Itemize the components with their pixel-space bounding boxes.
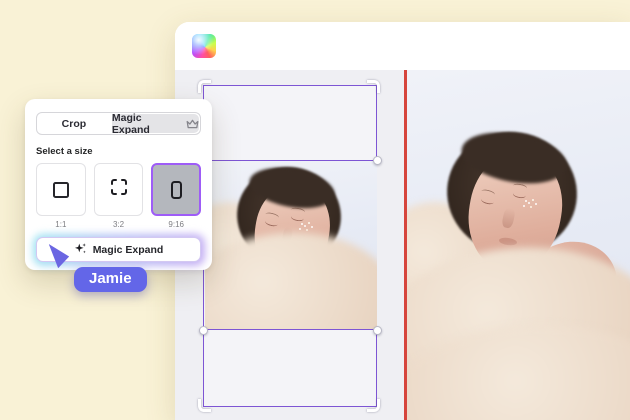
size-option-3-2: 3:2 [94, 163, 144, 229]
size-label-3-2: 3:2 [113, 220, 124, 229]
selection-corner-handle[interactable] [198, 399, 211, 412]
size-option-9-16: 9:16 [151, 163, 201, 229]
selection-corner-handle[interactable] [198, 80, 211, 93]
page: Crop Magic Expand Select a size 1:1 [0, 0, 630, 420]
size-options: 1:1 3:2 9:16 [36, 163, 201, 229]
select-size-label: Select a size [36, 146, 212, 157]
size-option-1-1: 1:1 [36, 163, 86, 229]
collaborator-name-badge: Jamie [74, 267, 147, 292]
canva-color-wheel-icon[interactable] [192, 34, 216, 58]
magic-expand-button-label: Magic Expand [93, 244, 164, 256]
selection-corner-handle[interactable] [367, 80, 380, 93]
selection-edge-handle[interactable] [373, 326, 382, 335]
glitter-shape [525, 200, 527, 202]
size-label-1-1: 1:1 [55, 220, 66, 229]
sparkle-icon [74, 242, 87, 258]
magic-expand-panel: Crop Magic Expand Select a size 1:1 [25, 99, 212, 270]
tab-magic-expand-label: Magic Expand [112, 112, 182, 135]
portrait-ratio-icon [171, 181, 182, 199]
tab-crop[interactable]: Crop [37, 113, 111, 134]
editor-toolbar [175, 22, 630, 70]
size-label-9-16: 9:16 [168, 220, 184, 229]
size-card-3-2[interactable] [94, 163, 144, 216]
selection-edge-handle[interactable] [199, 326, 208, 335]
glitter-shape [301, 223, 303, 225]
crown-icon [186, 119, 199, 129]
selection-edge-handle[interactable] [373, 156, 382, 165]
tab-crop-label: Crop [62, 118, 87, 130]
square-ratio-icon [53, 182, 69, 198]
selection-corner-handle[interactable] [367, 399, 380, 412]
expanded-photo[interactable] [407, 70, 630, 420]
original-photo[interactable] [205, 160, 377, 330]
size-card-9-16[interactable] [151, 163, 201, 216]
crop-mode-tabs: Crop Magic Expand [36, 112, 201, 135]
size-card-1-1[interactable] [36, 163, 86, 216]
tab-magic-expand[interactable]: Magic Expand [112, 114, 199, 133]
brackets-ratio-icon [110, 178, 128, 201]
